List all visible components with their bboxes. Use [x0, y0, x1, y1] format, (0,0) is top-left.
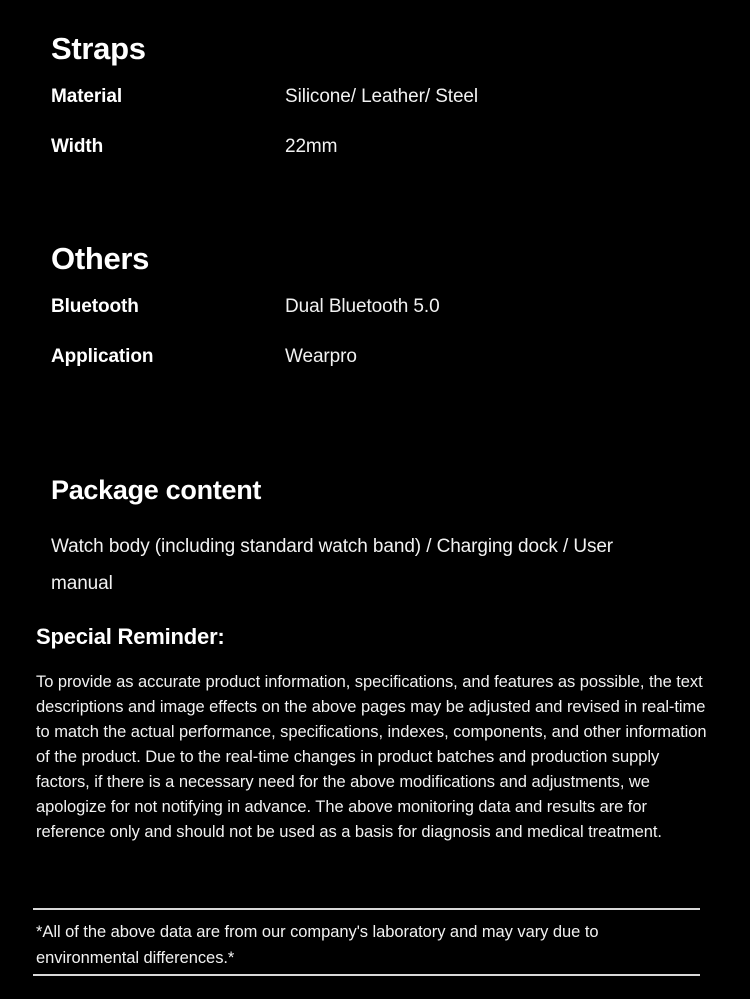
spec-row: Material Silicone/ Leather/ Steel [51, 86, 750, 136]
footer-divider-top [33, 908, 700, 910]
spec-rows-straps: Material Silicone/ Leather/ Steel Width … [51, 86, 750, 186]
spec-value-application: Wearpro [285, 346, 357, 367]
package-content-heading: Package content [51, 475, 262, 505]
package-content-block: Package content Watch body (including st… [0, 477, 750, 602]
spec-value-material: Silicone/ Leather/ Steel [285, 86, 478, 107]
spec-label-bluetooth: Bluetooth [51, 296, 139, 317]
spec-section-straps: Straps Material Silicone/ Leather/ Steel… [0, 33, 750, 186]
spec-value-width: 22mm [285, 136, 338, 157]
special-reminder-block: Special Reminder: To provide as accurate… [0, 626, 750, 845]
spec-rows-others: Bluetooth Dual Bluetooth 5.0 Application… [51, 296, 750, 396]
spec-row: Bluetooth Dual Bluetooth 5.0 [51, 296, 750, 346]
spec-value-bluetooth: Dual Bluetooth 5.0 [285, 296, 440, 317]
footer-divider-bottom [33, 974, 700, 976]
package-content-text: Watch body (including standard watch ban… [51, 536, 614, 594]
spec-row: Application Wearpro [51, 346, 750, 396]
spec-label-width: Width [51, 136, 104, 157]
footer-disclaimer-text: *All of the above data are from our comp… [36, 923, 599, 967]
spec-row: Width 22mm [51, 136, 750, 186]
product-spec-page: Straps Material Silicone/ Leather/ Steel… [0, 0, 750, 999]
section-heading-others: Others [51, 241, 150, 276]
section-heading-straps: Straps [51, 31, 146, 66]
special-reminder-text: To provide as accurate product informati… [36, 673, 707, 841]
spec-section-others: Others Bluetooth Dual Bluetooth 5.0 Appl… [0, 243, 750, 396]
spec-label-material: Material [51, 86, 123, 107]
spec-label-application: Application [51, 346, 154, 367]
special-reminder-heading: Special Reminder: [36, 624, 225, 649]
